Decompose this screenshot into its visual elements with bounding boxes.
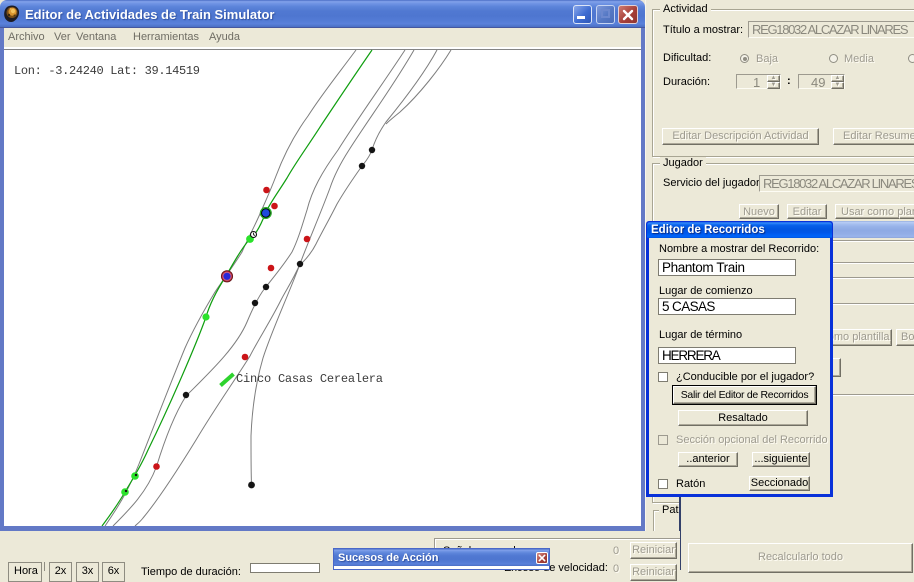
svg-text:Cinco Casas Cerealera: Cinco Casas Cerealera [236,372,383,386]
svg-text:Lon: -3.24240 Lat: 39.14519: Lon: -3.24240 Lat: 39.14519 [14,64,200,78]
